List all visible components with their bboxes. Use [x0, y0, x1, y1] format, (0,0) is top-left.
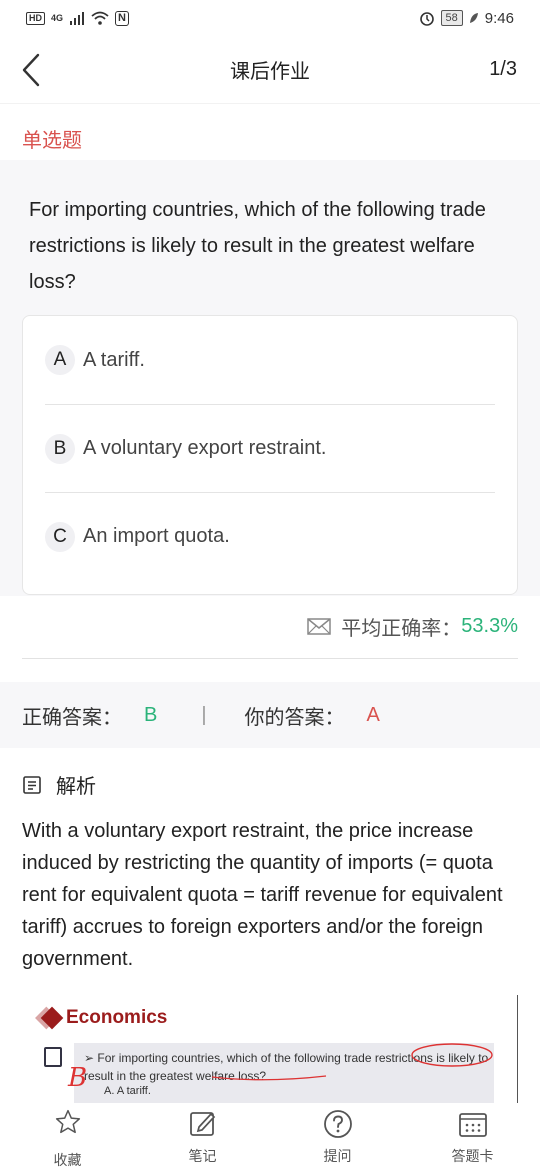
back-arrow-icon[interactable]	[18, 52, 46, 88]
answer-card-icon	[458, 1113, 487, 1137]
tab-label: 提问	[323, 1148, 352, 1164]
option-text: An import quota.	[83, 525, 230, 547]
envelope-icon	[307, 618, 332, 635]
divider	[22, 658, 518, 659]
handwritten-answer: B	[68, 1063, 88, 1093]
question-icon	[323, 1110, 352, 1138]
accuracy-label: 平均正确率：	[341, 617, 462, 640]
question-type-label: 单选题	[22, 130, 82, 152]
option-text: A voluntary export restraint.	[83, 437, 327, 459]
star-icon	[55, 1109, 80, 1134]
battery-level: 58	[440, 10, 463, 26]
slide-logo-text: Economics	[66, 1007, 168, 1028]
bottom-tab-bar: 收藏 笔记 提问 答题卡	[0, 1104, 540, 1170]
edit-note-icon	[189, 1112, 215, 1136]
option-a[interactable]: A A tariff.	[45, 316, 495, 404]
hd-badge: HD	[26, 11, 45, 25]
wifi-icon	[91, 11, 109, 25]
tab-answer-card[interactable]: 答题卡	[405, 1104, 540, 1170]
page-title: 课后作业	[230, 61, 310, 83]
options-card: A A tariff. B A voluntary export restrai…	[22, 315, 518, 595]
correct-answer-value: B	[144, 703, 158, 726]
slide-logo: Economics	[40, 1006, 168, 1030]
your-answer-value: A	[366, 703, 380, 726]
accuracy-stat: 平均正确率： 53.3%	[307, 610, 518, 642]
tab-label: 答题卡	[451, 1148, 494, 1164]
answer-separator: |	[201, 703, 207, 726]
nfc-icon: N	[115, 10, 129, 26]
status-bar: HD 4G N 58 9:46	[0, 0, 540, 36]
tab-favorite[interactable]: 收藏	[0, 1104, 135, 1170]
tab-label: 收藏	[53, 1152, 82, 1168]
option-letter: A	[45, 345, 75, 375]
option-b[interactable]: B A voluntary export restraint.	[45, 404, 495, 492]
question-text: For importing countries, which of the fo…	[29, 199, 486, 293]
signal-icon	[70, 12, 85, 25]
analysis-text: With a voluntary export restraint, the p…	[22, 820, 503, 970]
status-right: 58 9:46	[419, 10, 514, 27]
question-area: For importing countries, which of the fo…	[0, 160, 540, 596]
handwritten-underline-annotation	[211, 1043, 493, 1081]
option-text: A tariff.	[83, 348, 145, 371]
calculator-icon	[44, 1047, 62, 1067]
top-nav-bar: 课后作业 1/3	[0, 36, 540, 104]
question-counter: 1/3	[489, 58, 517, 80]
leaf-icon	[469, 13, 478, 23]
accuracy-value: 53.3%	[461, 614, 518, 637]
alarm-icon	[419, 12, 434, 26]
option-letter: B	[45, 433, 75, 464]
clock-time: 9:46	[484, 9, 514, 27]
analysis-heading: 解析	[22, 770, 96, 799]
document-icon	[23, 775, 41, 794]
tab-notes[interactable]: 笔记	[135, 1104, 270, 1170]
tab-ask[interactable]: 提问	[270, 1104, 405, 1170]
network-type: 4G	[51, 13, 64, 23]
analysis-slide-image: Economics ➢ For importing countries, whi…	[30, 995, 518, 1103]
your-answer-label: 你的答案：	[244, 706, 345, 729]
option-c[interactable]: C An import quota.	[45, 492, 495, 580]
correct-answer-label: 正确答案：	[22, 706, 122, 729]
logo-diamond-icon	[40, 1006, 64, 1030]
tab-label: 笔记	[188, 1148, 217, 1164]
slide-option-text: A. A tariff.	[104, 1085, 151, 1097]
status-left: HD 4G N	[26, 10, 129, 26]
analysis-title: 解析	[56, 776, 96, 798]
answer-row: 正确答案： B | 你的答案： A	[0, 682, 540, 748]
option-letter: C	[45, 521, 75, 552]
slide-question-box: ➢ For importing countries, which of the …	[74, 1043, 494, 1103]
